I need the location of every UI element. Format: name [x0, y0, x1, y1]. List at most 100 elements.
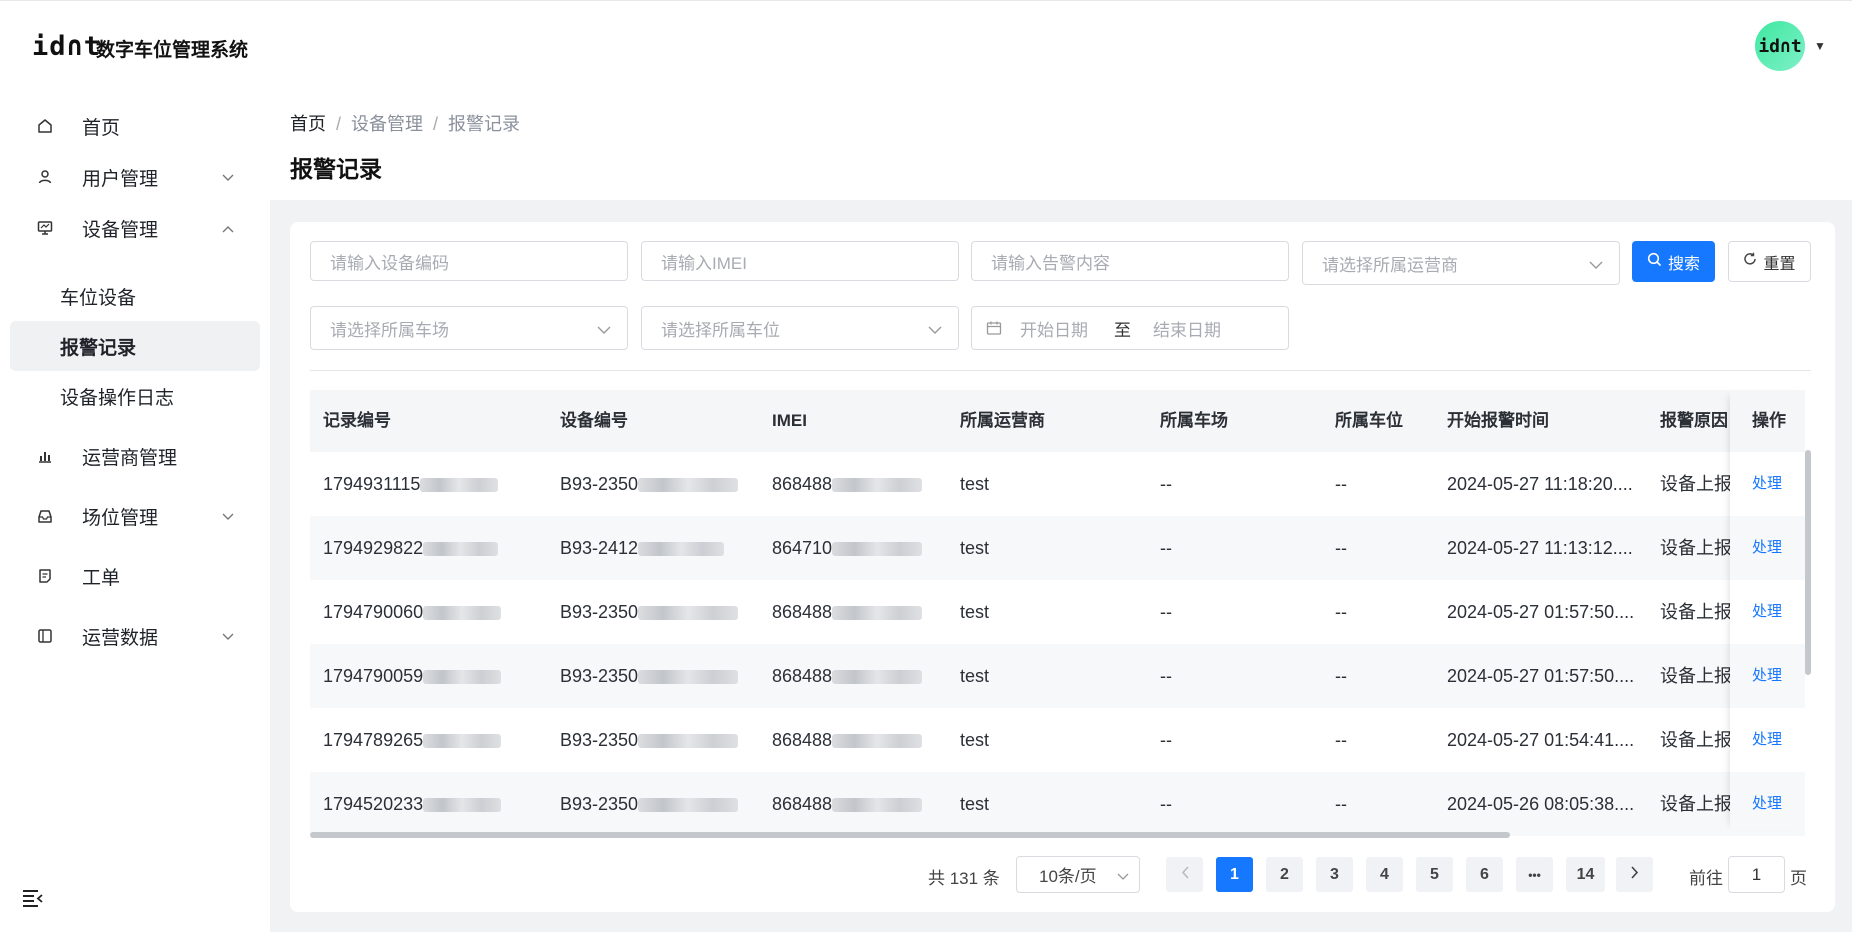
- cell-record-no: 1794929822: [323, 516, 499, 580]
- inbox-icon: [34, 508, 56, 524]
- page-button-3[interactable]: 3: [1316, 857, 1353, 892]
- sidebar-item-work-order[interactable]: 工单: [10, 551, 260, 601]
- cell-imei: 868488: [772, 772, 923, 836]
- cell-device-no: B93-2412: [560, 516, 725, 580]
- cell-operator: test: [960, 794, 990, 814]
- horizontal-scrollbar[interactable]: [310, 832, 1510, 838]
- cell-parking-space: --: [1335, 538, 1347, 558]
- column-header-parking-space: 所属车位: [1335, 411, 1403, 430]
- table-row: 1794931115 B93-2350 868488 test -- -- 20…: [310, 452, 1805, 516]
- cell-imei: 868488: [772, 708, 923, 772]
- breadcrumb-item-device-management[interactable]: 设备管理: [351, 114, 423, 134]
- cell-device-no: B93-2350: [560, 772, 739, 836]
- device-code-input[interactable]: 请输入设备编码: [310, 241, 628, 281]
- column-header-start-time: 开始报警时间: [1447, 411, 1549, 430]
- avatar[interactable]: id∩t: [1755, 21, 1805, 71]
- cell-device-no: B93-2350: [560, 644, 739, 708]
- sidebar-item-user-management[interactable]: 用户管理: [10, 152, 260, 202]
- cell-start-time: 2024-05-27 01:54:41....: [1447, 730, 1635, 750]
- column-header-imei: IMEI: [772, 411, 807, 430]
- chevron-down-icon: [1117, 866, 1129, 886]
- cell-parking-lot: --: [1160, 602, 1172, 622]
- imei-input[interactable]: 请输入IMEI: [641, 241, 959, 281]
- divider: [310, 370, 1811, 371]
- cell-operator: test: [960, 666, 990, 686]
- prev-page-button[interactable]: [1166, 857, 1203, 892]
- sidebar-item-device-management[interactable]: 设备管理: [10, 203, 260, 253]
- parking-lot-select[interactable]: 请选择所属车场: [310, 306, 628, 350]
- sidebar-item-operation-data[interactable]: 运营数据: [10, 611, 260, 661]
- monitor-icon: [34, 220, 56, 236]
- cell-start-time: 2024-05-27 01:57:50....: [1447, 602, 1635, 622]
- cell-reason: 设备上报: [1660, 730, 1730, 750]
- sidebar-item-operator-management[interactable]: 运营商管理: [10, 431, 260, 481]
- table-row: 1794790060 B93-2350 868488 test -- -- 20…: [310, 580, 1805, 644]
- cell-start-time: 2024-05-27 01:57:50....: [1447, 666, 1635, 686]
- cell-start-time: 2024-05-27 11:18:20....: [1447, 474, 1633, 494]
- breadcrumb: 首页 / 设备管理 / 报警记录: [290, 110, 520, 136]
- sidebar-item-label: 首页: [82, 117, 121, 139]
- cell-parking-space: --: [1335, 794, 1347, 814]
- collapse-menu-icon[interactable]: [22, 888, 44, 908]
- chevron-down-icon: [597, 320, 611, 340]
- page-button-1[interactable]: 1: [1216, 857, 1253, 892]
- panel-icon: [34, 628, 56, 644]
- sidebar-subitem-alarm-records[interactable]: 报警记录: [10, 321, 260, 371]
- cell-device-no: B93-2350: [560, 708, 739, 772]
- vertical-scrollbar[interactable]: [1805, 450, 1811, 675]
- cell-record-no: 1794789265: [323, 708, 502, 772]
- cell-imei: 868488: [772, 580, 923, 644]
- sidebar-item-home[interactable]: 首页: [10, 101, 260, 151]
- column-header-record-no: 记录编号: [323, 411, 391, 430]
- chevron-down-icon: [222, 628, 234, 644]
- chevron-left-icon: [1181, 865, 1189, 884]
- cell-parking-lot: --: [1160, 666, 1172, 686]
- page-button-6[interactable]: 6: [1466, 857, 1503, 892]
- parking-space-select[interactable]: 请选择所属车位: [641, 306, 959, 350]
- cell-reason: 设备上报: [1660, 666, 1730, 686]
- cell-record-no: 1794790059: [323, 644, 502, 708]
- sidebar-subitem-device-operation-log[interactable]: 设备操作日志: [10, 371, 260, 421]
- goto-page-input[interactable]: 1: [1728, 856, 1785, 893]
- chevron-up-icon: [222, 220, 234, 236]
- page-size-select[interactable]: 10条/页: [1016, 856, 1140, 893]
- page-button-5[interactable]: 5: [1416, 857, 1453, 892]
- page-unit-label: 页: [1790, 869, 1807, 888]
- column-header-device-no: 设备编号: [560, 411, 628, 430]
- next-page-button[interactable]: [1616, 857, 1653, 892]
- search-button[interactable]: 搜索: [1632, 241, 1715, 282]
- chevron-down-icon: [222, 508, 234, 524]
- reset-button[interactable]: 重置: [1728, 241, 1811, 282]
- date-range-picker[interactable]: 开始日期 至 结束日期: [971, 306, 1289, 350]
- operator-select[interactable]: 请选择所属运营商: [1302, 241, 1620, 285]
- sidebar-item-label: 运营数据: [82, 627, 159, 649]
- user-icon: [34, 169, 56, 185]
- table-row: 1794789265 B93-2350 868488 test -- -- 20…: [310, 708, 1805, 772]
- sidebar-item-label: 场位管理: [82, 507, 159, 529]
- cell-reason: 设备上报: [1660, 474, 1730, 494]
- cell-record-no: 1794520233: [323, 772, 502, 836]
- sidebar-item-space-management[interactable]: 场位管理: [10, 491, 260, 541]
- cell-operator: test: [960, 730, 990, 750]
- end-date-input[interactable]: 结束日期: [1153, 316, 1221, 341]
- page-button-2[interactable]: 2: [1266, 857, 1303, 892]
- start-date-input[interactable]: 开始日期: [1020, 316, 1088, 341]
- caret-down-icon[interactable]: ▼: [1814, 39, 1826, 53]
- breadcrumb-separator: /: [433, 114, 439, 134]
- alarm-content-input[interactable]: 请输入告警内容: [971, 241, 1289, 281]
- sidebar-subitem-parking-devices[interactable]: 车位设备: [10, 271, 260, 321]
- cell-operator: test: [960, 474, 990, 494]
- cell-reason: 设备上报: [1660, 794, 1730, 814]
- app-title: 数字车位管理系统: [96, 40, 249, 61]
- home-icon: [34, 118, 56, 134]
- breadcrumb-item-home[interactable]: 首页: [290, 114, 326, 134]
- cell-operator: test: [960, 602, 990, 622]
- table-header: 记录编号 设备编号 IMEI 所属运营商 所属车场 所属车位 开始报警时间 报警…: [310, 390, 1805, 452]
- cell-parking-space: --: [1335, 730, 1347, 750]
- goto-label: 前往: [1689, 869, 1723, 888]
- search-icon: [1647, 252, 1662, 272]
- page-button-14[interactable]: 14: [1566, 857, 1605, 892]
- more-pages-button[interactable]: •••: [1516, 857, 1553, 892]
- page-button-4[interactable]: 4: [1366, 857, 1403, 892]
- cell-parking-lot: --: [1160, 538, 1172, 558]
